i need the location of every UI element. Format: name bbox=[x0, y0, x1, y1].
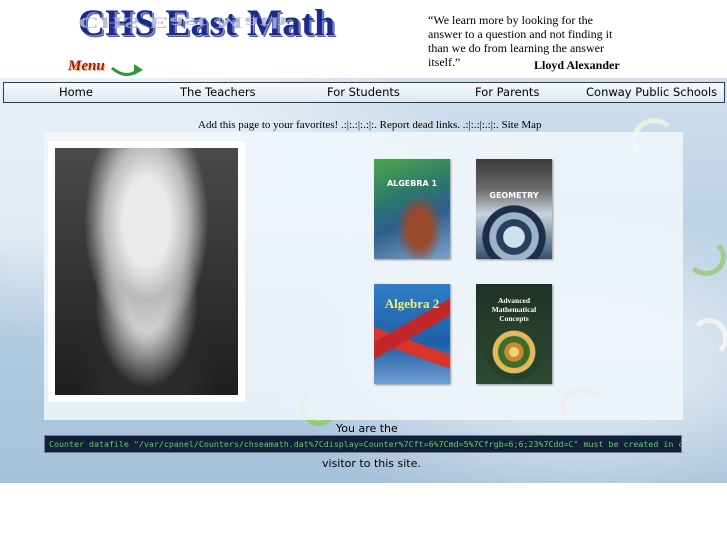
book-title: Algebra 2 bbox=[384, 296, 440, 311]
quote-author: Lloyd Alexander bbox=[534, 58, 620, 72]
link-separator: .:|:.:|:.:|:. bbox=[460, 119, 502, 131]
nav-item-conway-schools[interactable]: Conway Public Schools bbox=[586, 85, 717, 99]
advanced-math-book-cover[interactable]: Advanced Mathematical Concepts bbox=[476, 284, 552, 384]
menu-button[interactable]: Menu bbox=[68, 58, 105, 75]
site-map-link[interactable]: Site Map bbox=[501, 119, 541, 131]
swirl-decoration bbox=[690, 318, 727, 358]
nav-item-teachers[interactable]: The Teachers bbox=[180, 85, 256, 99]
utility-links: Add this page to your favorites! .:|:.:|… bbox=[198, 119, 542, 131]
algebra-1-book-cover[interactable]: ALGEBRA 1 bbox=[374, 159, 450, 259]
einstein-photo bbox=[55, 148, 238, 395]
geometry-book-cover[interactable]: GEOMETRY bbox=[476, 159, 552, 259]
link-separator: .:|:.:|:.:|:. bbox=[338, 119, 380, 131]
book-title: GEOMETRY bbox=[489, 191, 539, 200]
main-nav-bar: Home The Teachers For Students For Paren… bbox=[3, 82, 725, 103]
swirl-decoration bbox=[686, 238, 726, 276]
site-title-reflection: CHS East Math bbox=[78, 13, 288, 31]
visitor-counter-error: Counter datafile "/var/cpanel/Counters/c… bbox=[44, 435, 682, 453]
report-dead-links-link[interactable]: Report dead links. bbox=[380, 119, 460, 131]
nav-item-students[interactable]: For Students bbox=[327, 85, 400, 99]
book-title: Advanced Mathematical Concepts bbox=[491, 296, 537, 323]
green-arrow-icon bbox=[111, 64, 143, 76]
visitor-counter-prefix: You are the bbox=[336, 422, 398, 435]
nav-item-parents[interactable]: For Parents bbox=[475, 85, 539, 99]
einstein-photo-frame bbox=[48, 141, 245, 402]
add-favorites-link[interactable]: Add this page to your favorites! bbox=[198, 119, 338, 131]
algebra-2-book-cover[interactable]: Algebra 2 bbox=[374, 284, 450, 384]
nav-item-home[interactable]: Home bbox=[59, 85, 93, 99]
book-title: ALGEBRA 1 bbox=[386, 179, 438, 188]
visitor-counter-suffix: visitor to this site. bbox=[322, 457, 421, 470]
